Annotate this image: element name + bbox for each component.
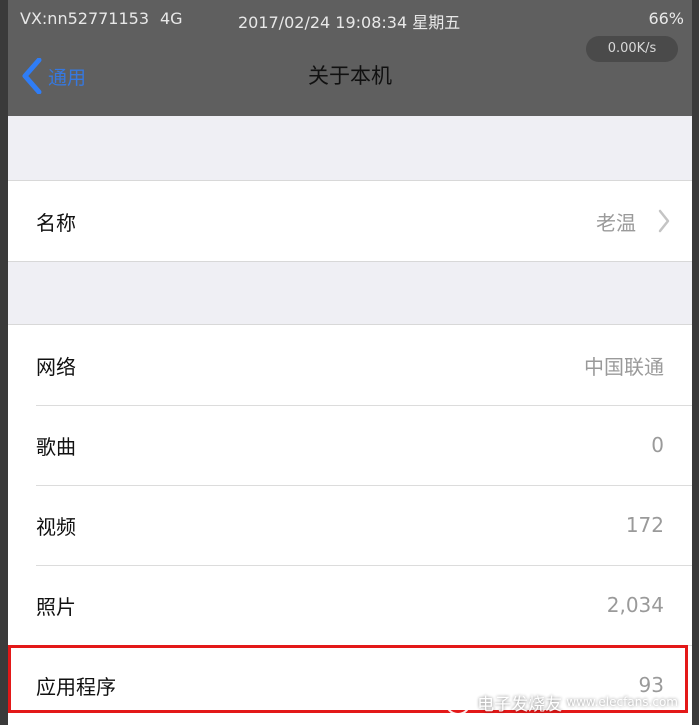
status-bar: VX:nn52771153 4G 2017/02/24 19:08:34 星期五… bbox=[8, 0, 692, 36]
network-speed-badge: 0.00K/s bbox=[586, 36, 678, 62]
watermark-url: www.elecfans.com bbox=[566, 695, 678, 709]
info-row-label: 歌曲 bbox=[36, 434, 76, 459]
watermark: 电子发烧友 www.elecfans.com bbox=[445, 689, 678, 715]
carrier-label: VX:nn52771153 bbox=[20, 9, 150, 28]
info-row-label: 视频 bbox=[36, 514, 76, 539]
name-group: 名称 老温 bbox=[8, 180, 692, 262]
info-group: 网络 中国联通 歌曲 0 视频 172 照片 2,034 应用程序 93 bbox=[8, 324, 692, 725]
chevron-right-icon bbox=[658, 209, 670, 237]
info-row-videos: 视频 172 bbox=[8, 485, 692, 565]
settings-screen: VX:nn52771153 4G 2017/02/24 19:08:34 星期五… bbox=[8, 0, 692, 725]
info-row-network: 网络 中国联通 bbox=[8, 325, 692, 405]
battery-level: 66% bbox=[648, 9, 684, 28]
page-title: 关于本机 bbox=[308, 64, 392, 88]
info-row-songs: 歌曲 0 bbox=[8, 405, 692, 485]
watermark-logo-icon bbox=[445, 689, 472, 715]
info-row-value: 2,034 bbox=[606, 593, 664, 617]
info-row-value: 0 bbox=[651, 433, 664, 457]
info-row-label: 照片 bbox=[36, 594, 76, 619]
info-row-photos: 照片 2,034 bbox=[8, 565, 692, 645]
info-row-value: 172 bbox=[625, 513, 664, 537]
status-datetime: 2017/02/24 19:08:34 星期五 bbox=[238, 13, 461, 32]
info-row-value: 中国联通 bbox=[584, 354, 664, 379]
name-row-label: 名称 bbox=[36, 210, 76, 235]
name-row-value: 老温 bbox=[596, 210, 636, 235]
watermark-text: 电子发烧友 bbox=[477, 694, 563, 715]
info-row-label: 应用程序 bbox=[36, 674, 116, 699]
network-type: 4G bbox=[160, 9, 183, 28]
name-row[interactable]: 名称 老温 bbox=[8, 181, 692, 261]
navigation-bar: 0.00K/s 通用 关于本机 bbox=[8, 36, 692, 116]
info-row-label: 网络 bbox=[36, 354, 76, 379]
